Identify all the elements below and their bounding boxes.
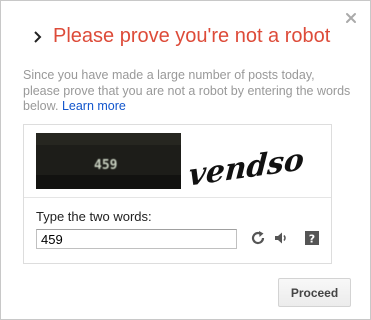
dialog-header: Please prove you're not a robot [33,25,330,48]
type-words-label: Type the two words: [36,209,152,224]
captcha-word-1: 459 [94,158,117,173]
captcha-image: 459 vendso [36,133,306,191]
captcha-answer-input[interactable] [36,229,237,249]
proceed-button[interactable]: Proceed [278,278,351,307]
svg-text:?: ? [309,233,315,246]
captcha-word-2: vendso [188,142,306,191]
help-icon[interactable]: ? [303,229,321,247]
captcha-divider [24,197,331,198]
captcha-dialog: Please prove you're not a robot Since yo… [0,0,371,320]
reload-icon[interactable] [249,229,267,247]
dialog-description: Since you have made a large number of po… [23,68,353,115]
audio-icon[interactable] [272,229,290,247]
learn-more-link[interactable]: Learn more [62,99,126,113]
dialog-title: Please prove you're not a robot [53,25,331,47]
close-icon[interactable] [344,11,358,25]
chevron-right-icon [34,30,42,43]
captcha-box: 459 vendso Type the two words: ? [23,124,332,264]
